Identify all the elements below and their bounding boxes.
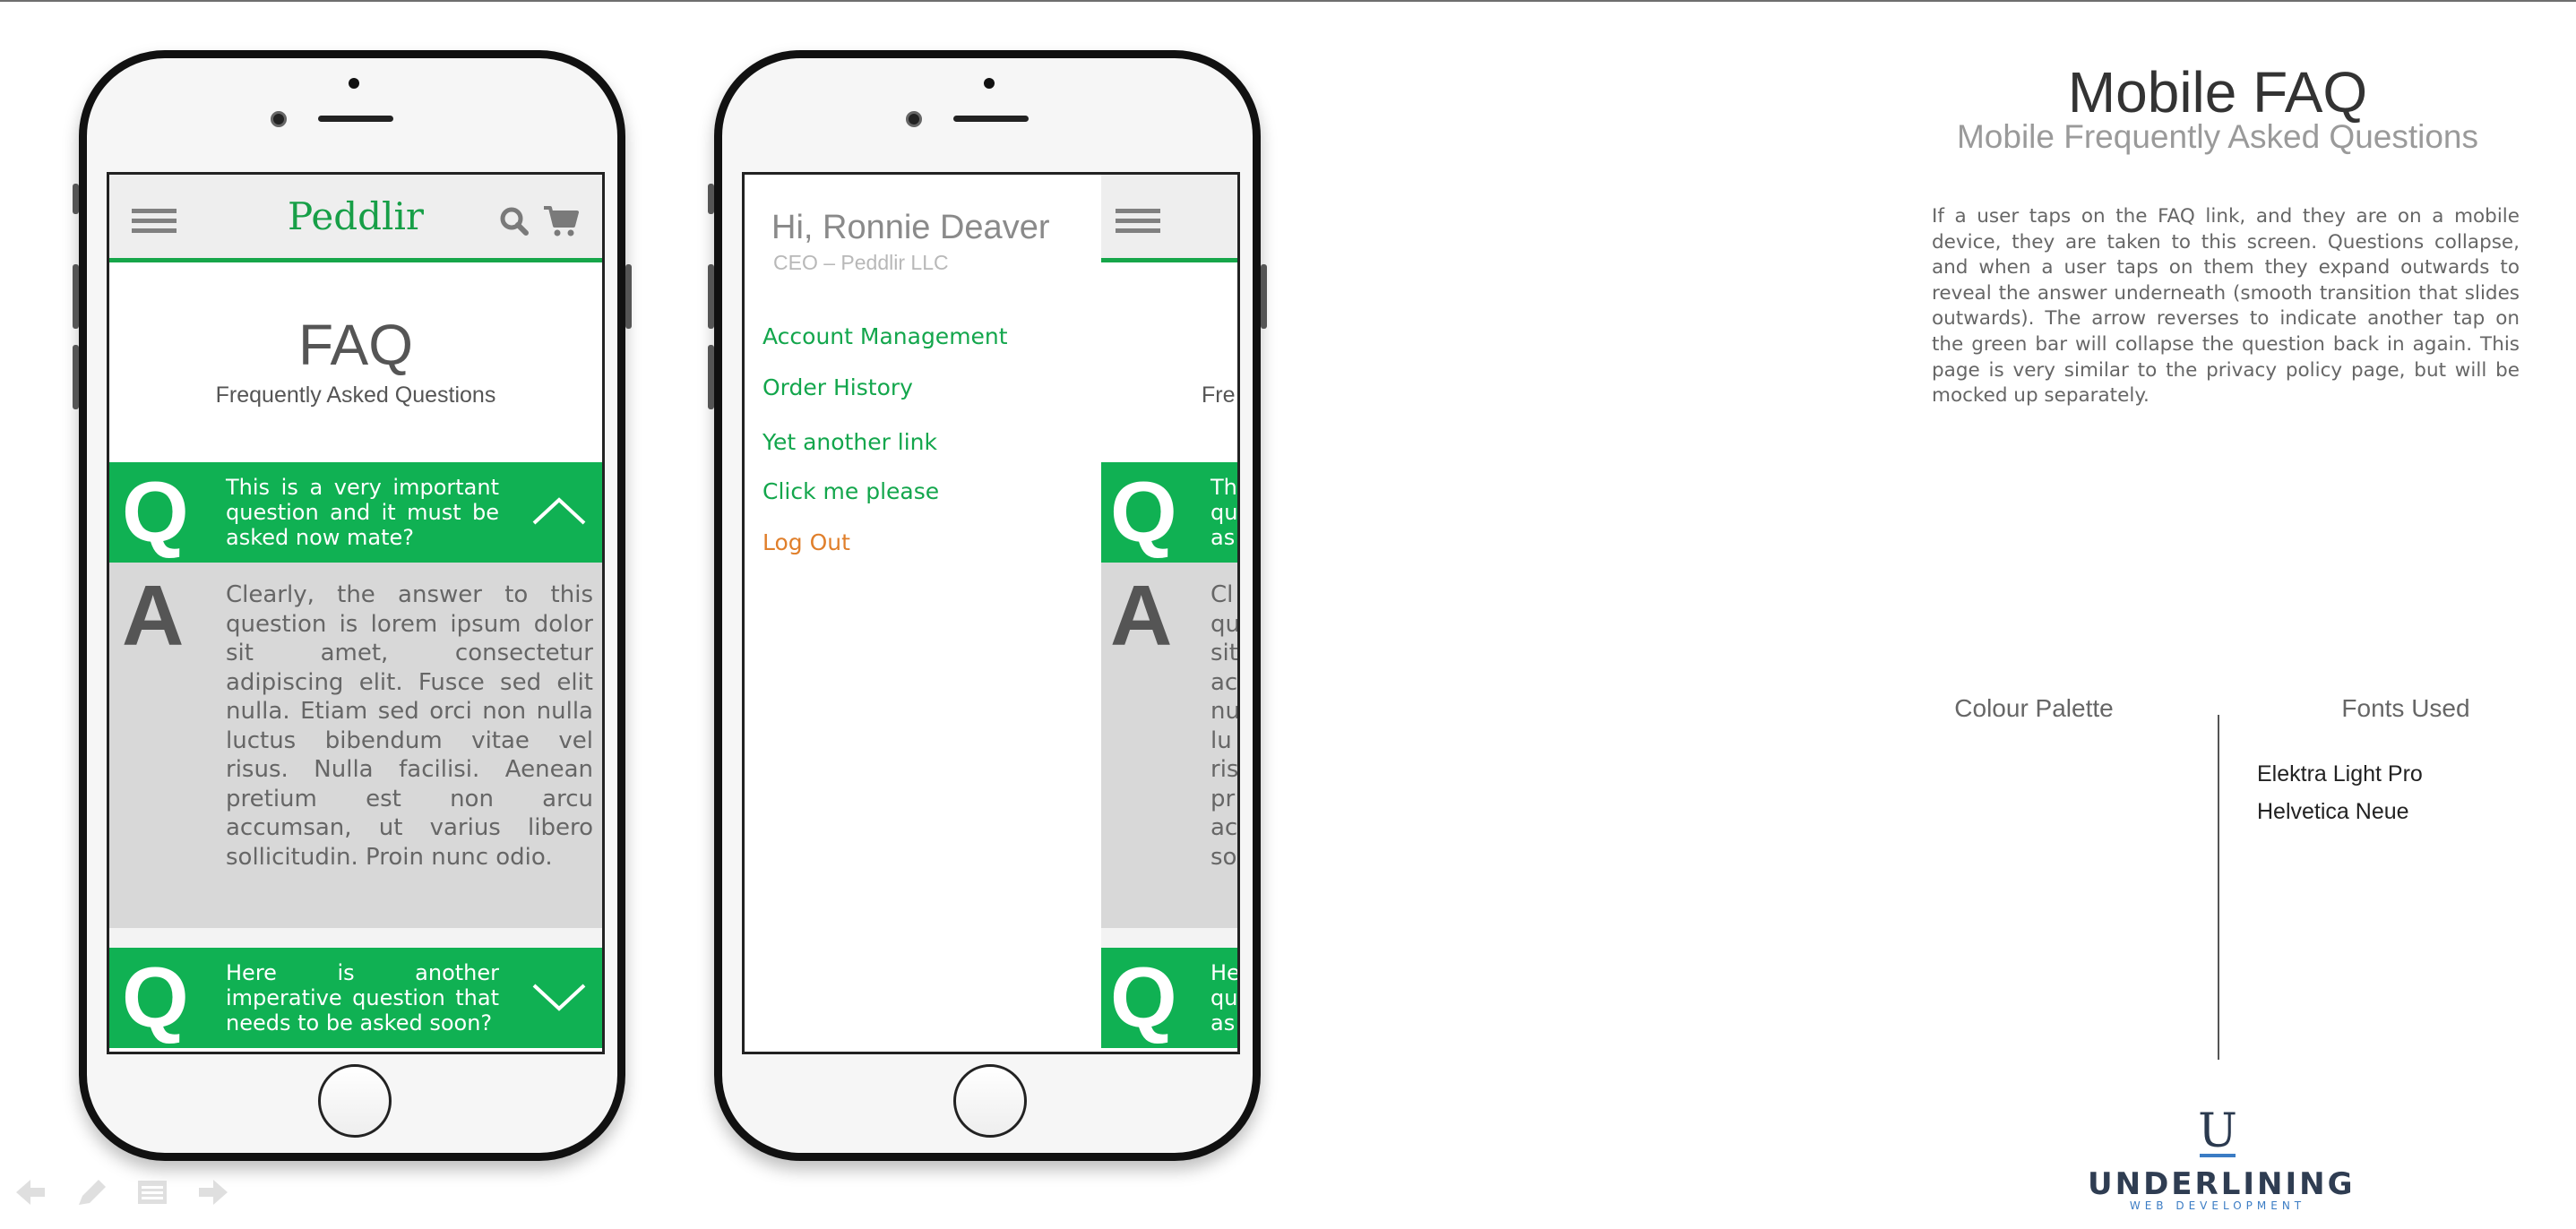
answer-text: Clearly, the answer to this question is … (226, 581, 593, 871)
sensor-dot (984, 78, 995, 89)
question-text-clipped: Th qu as (1210, 475, 1238, 550)
mockup-title: Mobile FAQ (2067, 60, 2368, 125)
arrow-left-icon[interactable] (13, 1176, 48, 1208)
home-button (953, 1064, 1027, 1138)
phone-mockup-faq: Peddlir FAQ Frequently Asked Questions Q… (73, 50, 632, 1161)
mute-switch (73, 184, 79, 214)
volume-up-button (708, 264, 714, 329)
app-header: Peddlir (109, 175, 602, 262)
menu-item-log-out[interactable]: Log Out (762, 529, 850, 555)
menu-icon[interactable] (134, 1176, 170, 1208)
mockup-subtitle: Mobile Frequently Asked Questions (1956, 118, 2479, 155)
phone-mockup-menu: Fre Q Th qu as A Cl qu sit ac nu lu ris … (708, 50, 1267, 1161)
underlining-logo-mark: U (2198, 1104, 2237, 1158)
cart-icon[interactable] (543, 205, 579, 237)
navigation-drawer: Hi, Ronnie Deaver CEO – Peddlir LLC Acco… (745, 175, 1101, 1052)
faq-question-bar-collapsed[interactable]: Q Here is another imperative question th… (109, 948, 602, 1048)
answer-letter: A (122, 568, 185, 664)
menu-item-yet-another-link[interactable]: Yet another link (762, 429, 937, 455)
question-text: This is a very important question and it… (226, 475, 499, 550)
chevron-up-icon[interactable] (530, 493, 588, 529)
menu-item-order-history[interactable]: Order History (762, 374, 913, 400)
hamburger-menu-icon[interactable] (1116, 209, 1160, 234)
underlining-logo-tagline: WEB DEVELOPMENT (2129, 1199, 2306, 1212)
menu-item-click-me-please[interactable]: Click me please (762, 478, 939, 504)
section-gap (1101, 928, 1237, 948)
colour-palette-label: Colour Palette (1954, 694, 2114, 722)
front-camera (271, 111, 287, 127)
section-divider (2218, 715, 2219, 1060)
pen-icon[interactable] (73, 1176, 109, 1208)
section-gap (109, 928, 602, 948)
page-subtitle-clipped: Fre (1202, 382, 1236, 408)
power-button (625, 264, 632, 329)
faq-question-bar-expanded[interactable]: Q This is a very important question and … (109, 462, 602, 563)
mute-switch (708, 184, 714, 214)
page-title: FAQ (297, 313, 414, 377)
chevron-down-icon[interactable] (530, 978, 588, 1014)
font-item: Elektra Light Pro (2257, 761, 2423, 786)
volume-down-button (73, 345, 79, 409)
phone-screen: Fre Q Th qu as A Cl qu sit ac nu lu ris … (742, 172, 1240, 1054)
home-button (318, 1064, 392, 1138)
user-greeting: Hi, Ronnie Deaver (771, 209, 1050, 246)
volume-up-button (73, 264, 79, 329)
answer-letter: A (1110, 568, 1173, 664)
question-letter: Q (122, 950, 189, 1045)
mockup-description: If a user taps on the FAQ link, and they… (1932, 205, 2520, 408)
app-header (1101, 175, 1237, 262)
menu-item-account-management[interactable]: Account Management (762, 323, 1008, 349)
font-item: Helvetica Neue (2257, 799, 2409, 824)
app-content-peek[interactable]: Fre Q Th qu as A Cl qu sit ac nu lu ris … (1101, 175, 1240, 1052)
search-icon[interactable] (500, 207, 529, 236)
faq-answer-panel: A Clearly, the answer to this question i… (109, 563, 602, 928)
underlining-logo-name: UNDERLINING (2088, 1166, 2356, 1202)
question-text: Here is another imperative question that… (226, 960, 499, 1036)
page-subtitle: Frequently Asked Questions (215, 382, 496, 408)
faq-question-bar-collapsed[interactable]: Q He qu as (1101, 948, 1240, 1048)
logo-underline-bar (2200, 1154, 2236, 1157)
phone-screen: Peddlir FAQ Frequently Asked Questions Q… (107, 172, 605, 1054)
faq-question-bar-expanded[interactable]: Q Th qu as (1101, 462, 1238, 563)
answer-text-clipped: Cl qu sit ac nu lu ris pr ac so (1210, 581, 1240, 871)
front-camera (906, 111, 922, 127)
user-role: CEO – Peddlir LLC (773, 251, 949, 274)
question-letter: Q (1110, 464, 1177, 560)
question-letter: Q (122, 464, 189, 560)
arrow-right-icon[interactable] (195, 1176, 231, 1208)
volume-down-button (708, 345, 714, 409)
sensor-dot (349, 78, 359, 89)
earpiece-speaker (318, 116, 393, 122)
faq-answer-panel: A Cl qu sit ac nu lu ris pr ac so (1101, 563, 1240, 928)
top-border (0, 0, 2576, 2)
question-text-clipped: He qu as (1210, 960, 1240, 1036)
earpiece-speaker (953, 116, 1029, 122)
power-button (1261, 264, 1267, 329)
question-letter: Q (1110, 950, 1177, 1045)
fonts-used-label: Fonts Used (2341, 694, 2470, 722)
